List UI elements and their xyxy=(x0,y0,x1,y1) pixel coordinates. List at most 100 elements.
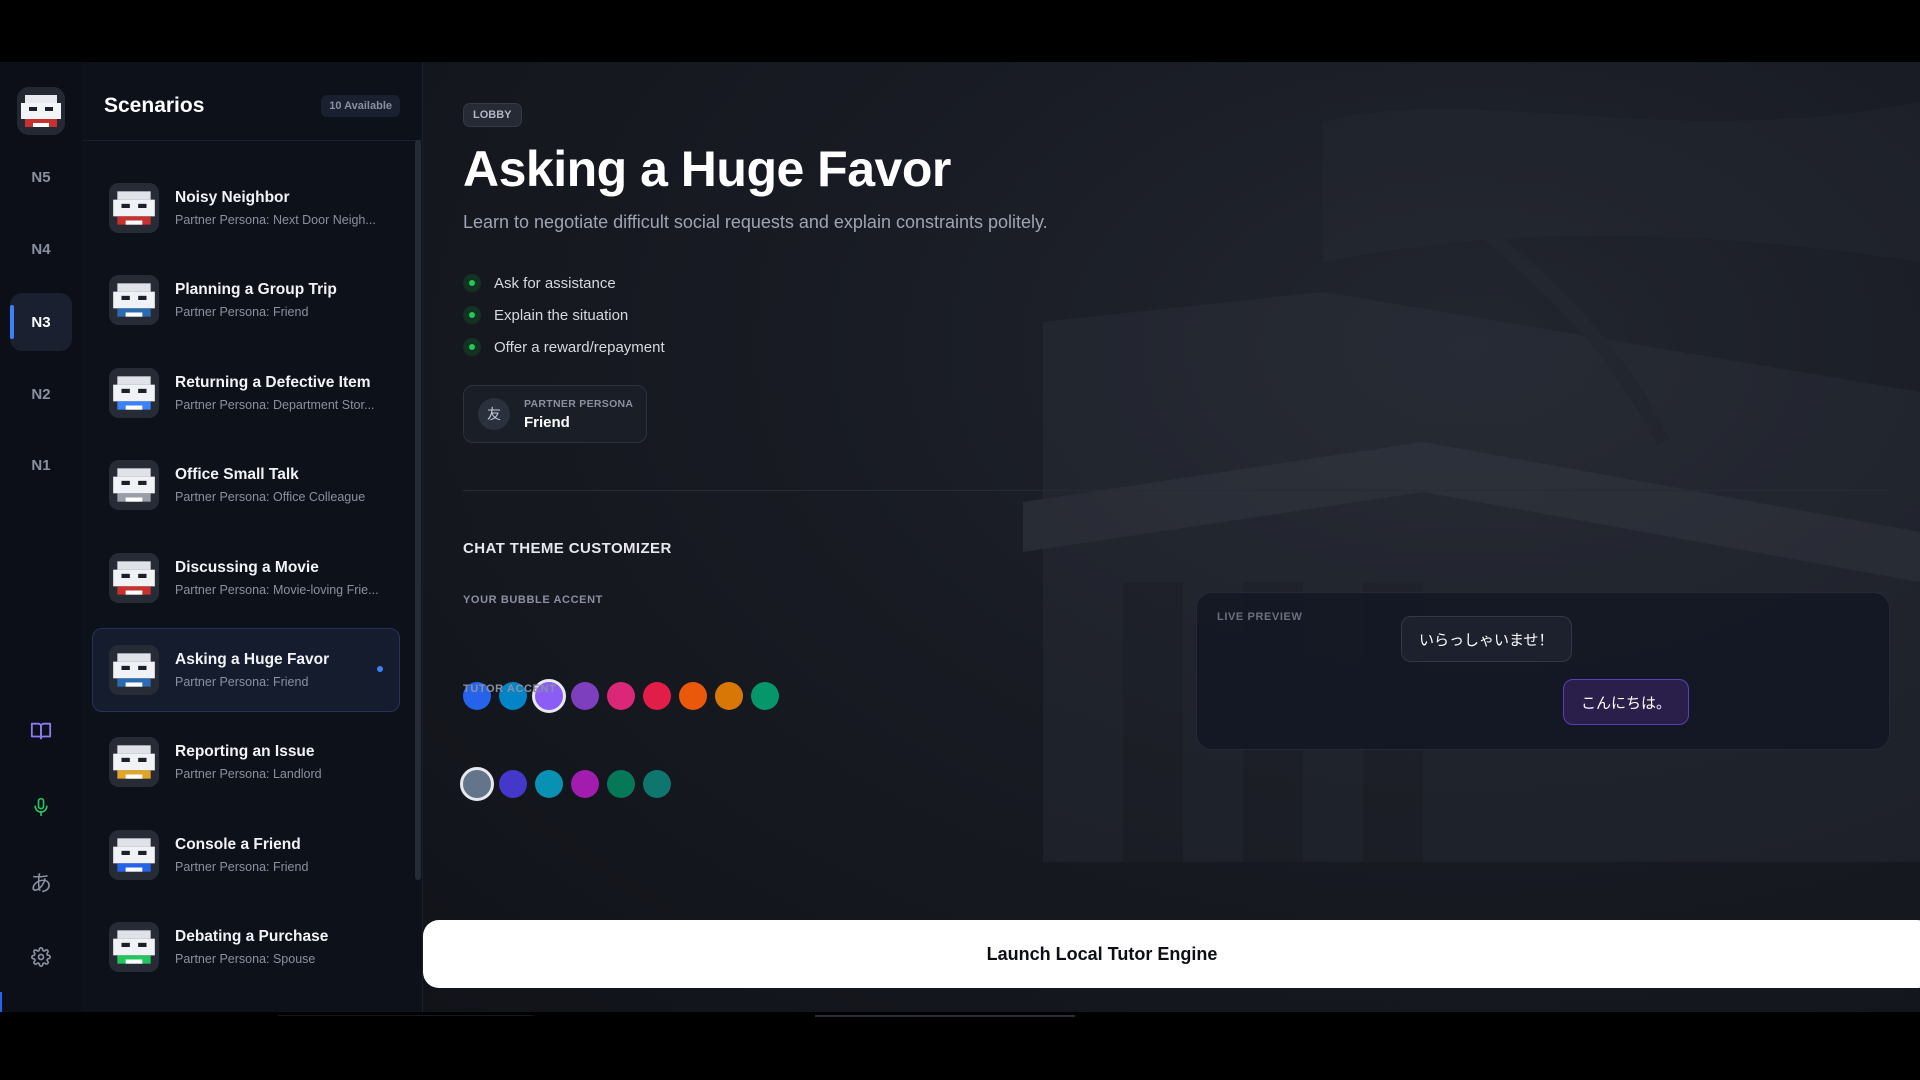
bubble-color-swatch[interactable] xyxy=(751,682,779,710)
scenario-item[interactable]: Discussing a Movie Partner Persona: Movie… xyxy=(92,536,400,620)
tutor-accent-label: TUTOR ACCENT xyxy=(463,683,557,695)
scenario-text: Discussing a Movie Partner Persona: Movie… xyxy=(175,559,379,597)
scenario-detail: LOBBY Asking a Huge Favor Learn to negot… xyxy=(423,62,1920,1012)
app-window: N5 N4 N3 N2 N1 あ Scenarios 10 Available xyxy=(0,62,1920,1012)
book-icon[interactable] xyxy=(26,716,56,746)
bubble-color-swatch[interactable] xyxy=(679,682,707,710)
scenario-item-title: Debating a Purchase xyxy=(175,928,329,946)
gear-icon[interactable] xyxy=(26,942,56,972)
level-n2[interactable]: N2 xyxy=(10,365,72,423)
level-n5[interactable]: N5 xyxy=(10,148,72,206)
scenario-item-subtitle: Partner Persona: Friend xyxy=(175,859,309,874)
persona-kanji-icon: 友 xyxy=(478,398,510,430)
bubble-color-swatch[interactable] xyxy=(607,682,635,710)
scenario-text: Returning a Defective Item Partner Person… xyxy=(175,374,374,412)
scenario-item-subtitle: Partner Persona: Next Door Neigh... xyxy=(175,213,376,227)
scenario-item-subtitle: Partner Persona: Office Colleague xyxy=(175,490,366,505)
tutor-color-swatch[interactable] xyxy=(643,770,671,798)
lobby-badge: LOBBY xyxy=(463,103,522,127)
scenario-avatar-icon xyxy=(109,829,159,880)
scenario-avatar-icon xyxy=(109,460,159,511)
tutor-color-swatch[interactable] xyxy=(499,770,527,798)
scenario-text: Noisy Neighbor Partner Persona: Next Door… xyxy=(175,189,376,227)
scenario-item-title: Discussing a Movie xyxy=(175,558,319,576)
rail-edge-marker xyxy=(0,992,2,1012)
scenario-list-scrollbar[interactable] xyxy=(415,140,421,880)
level-n1[interactable]: N1 xyxy=(10,436,72,494)
scenario-text: Asking a Huge Favor Partner Persona: Frie… xyxy=(175,651,329,689)
available-count-badge: 10 Available xyxy=(321,95,400,117)
scenario-sidebar: Scenarios 10 Available Noisy Neighbor Par… xyxy=(82,62,423,1012)
level-n3[interactable]: N3 xyxy=(10,293,72,351)
scenario-item-subtitle: Partner Persona: Movie-loving Frie... xyxy=(175,582,379,597)
customizer-title: CHAT THEME CUSTOMIZER xyxy=(463,540,672,557)
objective-text: Explain the situation xyxy=(494,306,629,324)
scenario-avatar-icon xyxy=(109,737,159,788)
bubble-color-swatch[interactable] xyxy=(643,682,671,710)
sidebar-title: Scenarios xyxy=(104,94,205,117)
scenario-item[interactable]: Returning a Defective Item Partner Person… xyxy=(92,351,400,435)
persona-label: PARTNER PERSONA xyxy=(524,397,634,410)
scenario-item[interactable]: Office Small Talk Partner Persona: Office… xyxy=(92,443,400,527)
bubble-accent-label: YOUR BUBBLE ACCENT xyxy=(463,594,603,606)
scenario-avatar-icon xyxy=(109,275,159,326)
scenario-item-subtitle: Partner Persona: Friend xyxy=(175,674,309,689)
scenario-item-subtitle: Partner Persona: Friend xyxy=(175,305,309,320)
scenario-avatar-icon xyxy=(109,183,159,233)
tutor-message-bubble: いらっしゃいませ！ xyxy=(1401,616,1572,662)
tutor-color-swatch[interactable] xyxy=(535,770,563,798)
scenario-item-title: Planning a Group Trip xyxy=(175,281,337,299)
tutor-color-swatch[interactable] xyxy=(460,767,494,801)
launch-button-label: Launch Local Tutor Engine xyxy=(986,943,1218,964)
live-preview-panel: LIVE PREVIEW いらっしゃいませ！ こんにちは。 xyxy=(1196,592,1890,750)
objective-item: Explain the situation xyxy=(463,299,665,331)
user-message-bubble: こんにちは。 xyxy=(1563,679,1690,725)
section-divider xyxy=(463,490,1890,491)
scenario-title: Asking a Huge Favor xyxy=(463,141,951,197)
live-preview-label: LIVE PREVIEW xyxy=(1217,611,1303,623)
hiragana-icon[interactable]: あ xyxy=(26,867,56,897)
app-logo-icon xyxy=(17,87,65,135)
launch-tutor-button[interactable]: Launch Local Tutor Engine xyxy=(423,920,1920,988)
scenario-text: Reporting an Issue Partner Persona: Landl… xyxy=(175,743,322,781)
scenario-item[interactable]: Reporting an Issue Partner Persona: Landl… xyxy=(92,720,400,804)
bubble-color-swatch[interactable] xyxy=(715,682,743,710)
scenario-item[interactable]: Planning a Group Trip Partner Persona: Fr… xyxy=(92,258,400,342)
scenario-avatar-icon xyxy=(109,367,159,418)
sidebar-header: Scenarios 10 Available xyxy=(104,88,400,124)
tutor-color-swatch[interactable] xyxy=(571,770,599,798)
scenario-item-title: Console a Friend xyxy=(175,835,301,853)
tutor-accent-swatches xyxy=(460,767,679,801)
scenario-text: Planning a Group Trip Partner Persona: Fr… xyxy=(175,281,337,319)
scenario-item-title: Noisy Neighbor xyxy=(175,189,290,206)
objective-item: Offer a reward/repayment xyxy=(463,331,665,363)
scenario-text: Console a Friend Partner Persona: Friend xyxy=(175,836,308,874)
taskbar-line xyxy=(278,1015,533,1016)
sidebar-divider xyxy=(82,140,422,141)
taskbar-line xyxy=(815,1015,1075,1017)
scenario-item-subtitle: Partner Persona: Spouse xyxy=(175,952,316,967)
scenario-item-title: Asking a Huge Favor xyxy=(175,650,330,668)
scenario-item[interactable]: Asking a Huge Favor Partner Persona: Frie… xyxy=(92,627,400,712)
active-indicator-dot xyxy=(377,665,383,672)
scenario-item[interactable]: Console a Friend Partner Persona: Friend xyxy=(92,813,400,897)
objectives-list: Ask for assistance Explain the situation… xyxy=(463,267,665,363)
level-rail: N5 N4 N3 N2 N1 あ xyxy=(0,62,83,1012)
scenario-item[interactable]: Diet and Health xyxy=(92,998,400,1012)
level-n4[interactable]: N4 xyxy=(10,220,72,278)
scenario-list: Noisy Neighbor Partner Persona: Next Door… xyxy=(92,166,400,1012)
persona-value: Friend xyxy=(524,413,570,431)
scenario-item-subtitle: Partner Persona: Department Stor... xyxy=(175,397,375,412)
scenario-item-title: Reporting an Issue xyxy=(175,743,315,761)
check-dot-icon xyxy=(463,306,481,324)
scenario-item-title: Office Small Talk xyxy=(175,466,299,484)
scenario-avatar-icon xyxy=(109,922,159,973)
tutor-color-swatch[interactable] xyxy=(607,770,635,798)
microphone-icon[interactable] xyxy=(26,792,56,822)
background-scene-image xyxy=(1023,102,1920,862)
scenario-item[interactable]: Debating a Purchase Partner Persona: Spou… xyxy=(92,905,400,989)
partner-persona-card: 友 PARTNER PERSONA Friend xyxy=(463,385,647,443)
bubble-color-swatch[interactable] xyxy=(571,682,599,710)
scenario-item[interactable]: Noisy Neighbor Partner Persona: Next Door… xyxy=(92,166,400,250)
scenario-description: Learn to negotiate difficult social requ… xyxy=(463,212,1048,232)
